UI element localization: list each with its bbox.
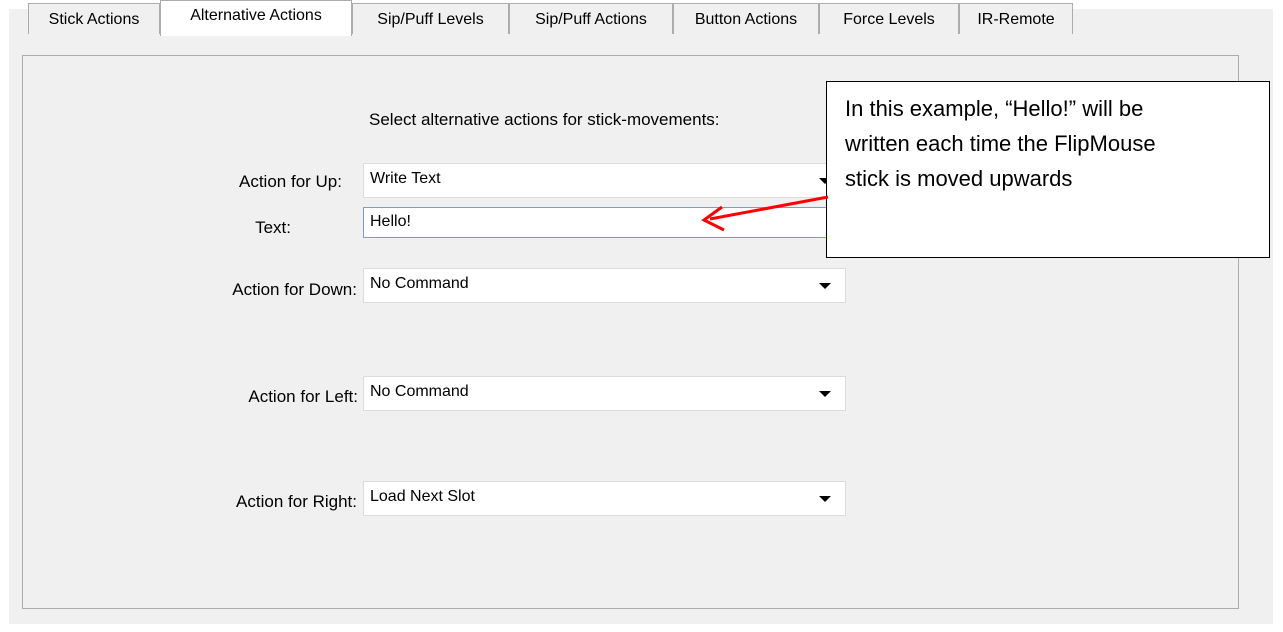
- action-right-value: Load Next Slot: [370, 488, 475, 505]
- action-right-label: Action for Right:: [236, 492, 357, 511]
- tab-alternative-actions[interactable]: Alternative Actions: [160, 0, 352, 36]
- panel-heading: Select alternative actions for stick-mov…: [369, 110, 720, 129]
- action-left-select[interactable]: No Command: [363, 376, 846, 411]
- chevron-down-icon: [819, 283, 831, 289]
- text-input-value: Hello!: [370, 213, 411, 230]
- callout-line: stick is moved upwards: [845, 166, 1073, 191]
- tab-sip-puff-levels[interactable]: Sip/Puff Levels: [352, 3, 509, 34]
- action-right-select[interactable]: Load Next Slot: [363, 481, 846, 516]
- action-down-select[interactable]: No Command: [363, 268, 846, 303]
- text-input[interactable]: Hello!: [363, 207, 846, 238]
- action-up-value: Write Text: [370, 170, 441, 187]
- annotation-callout: In this example, “Hello!” will be writte…: [826, 81, 1270, 258]
- action-left-value: No Command: [370, 383, 469, 400]
- tab-ir-remote[interactable]: IR-Remote: [959, 3, 1073, 34]
- chevron-down-icon: [819, 496, 831, 502]
- tab-button-actions[interactable]: Button Actions: [673, 3, 819, 34]
- callout-line: written each time the FlipMouse: [845, 131, 1156, 156]
- action-down-label: Action for Down:: [232, 280, 357, 299]
- chevron-down-icon: [819, 391, 831, 397]
- tab-sip-puff-actions[interactable]: Sip/Puff Actions: [509, 3, 673, 34]
- action-up-select[interactable]: Write Text: [363, 163, 846, 198]
- action-down-value: No Command: [370, 275, 469, 292]
- callout-line: In this example, “Hello!” will be: [845, 96, 1144, 121]
- action-left-label: Action for Left:: [248, 387, 358, 406]
- action-up-label: Action for Up:: [239, 172, 342, 191]
- tab-force-levels[interactable]: Force Levels: [819, 3, 959, 34]
- text-label: Text:: [255, 218, 291, 237]
- tab-stick-actions[interactable]: Stick Actions: [28, 3, 160, 34]
